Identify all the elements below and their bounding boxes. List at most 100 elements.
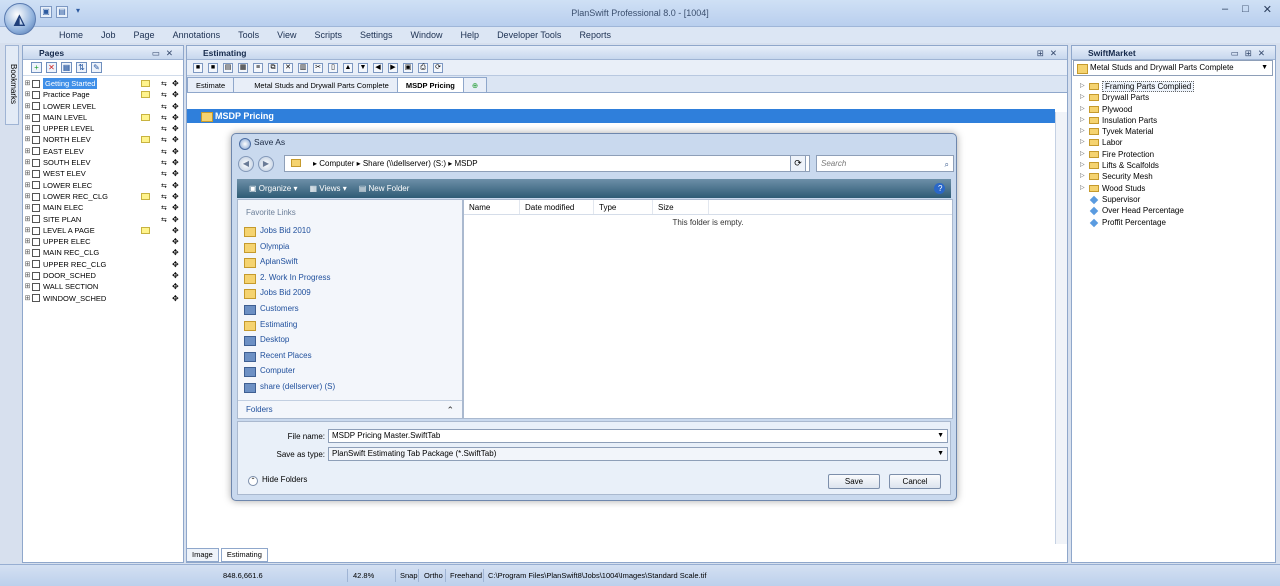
move-icon[interactable]: ✥ xyxy=(172,157,179,168)
page-item[interactable]: ⊞ WINDOW_SCHED ✥ xyxy=(23,293,183,304)
expand-icon[interactable]: ⊞ xyxy=(23,202,32,213)
file-name-field[interactable]: MSDP Pricing Master.SwiftTab ▼ xyxy=(328,429,948,443)
add-tab-button[interactable]: ⊕ xyxy=(462,77,488,92)
expand-icon[interactable]: ⊞ xyxy=(23,236,32,247)
expand-arrow-icon[interactable]: ▷ xyxy=(1080,104,1085,115)
move-icon[interactable]: ✥ xyxy=(172,191,179,202)
note-icon[interactable] xyxy=(141,136,150,144)
color-cube-icon[interactable]: ■ xyxy=(208,62,218,73)
move-icon[interactable]: ✥ xyxy=(172,180,179,191)
tab-image[interactable]: Image xyxy=(186,548,219,562)
move-icon[interactable]: ✥ xyxy=(172,247,179,258)
note-icon[interactable] xyxy=(141,192,150,200)
page-item[interactable]: ⊞ DOOR_SCHED ✥ xyxy=(23,270,183,281)
move-icon[interactable]: ✥ xyxy=(172,112,179,123)
search-input[interactable]: Search ⌕ xyxy=(816,155,954,172)
arrow-left-icon[interactable]: ◀ xyxy=(373,62,383,73)
favorite-link[interactable]: Jobs Bid 2010 xyxy=(238,223,462,239)
swiftmarket-item[interactable]: ▷ Framing Parts Complied xyxy=(1072,81,1272,92)
app-menu-button[interactable]: ◭ xyxy=(4,3,36,35)
note-icon[interactable] xyxy=(141,226,150,234)
save-type-dropdown-icon[interactable]: ▼ xyxy=(937,448,944,460)
status-snap[interactable]: Snap xyxy=(397,569,419,582)
swiftmarket-item[interactable]: Proffit Percentage xyxy=(1072,217,1272,228)
page-item[interactable]: ⊞ UPPER REC_CLG ✥ xyxy=(23,259,183,270)
expand-arrow-icon[interactable]: ▷ xyxy=(1080,92,1085,103)
move-icon[interactable]: ✥ xyxy=(172,78,179,89)
swiftmarket-item[interactable]: ▷ Lifts & Scalfolds xyxy=(1072,160,1272,171)
expand-arrow-icon[interactable]: ▷ xyxy=(1080,183,1085,194)
expand-icon[interactable]: ⊞ xyxy=(23,191,32,202)
favorite-link[interactable]: share (dellserver) (S) xyxy=(238,379,462,395)
swiftmarket-item[interactable]: ▷ Fire Protection xyxy=(1072,149,1272,160)
expand-icon[interactable]: ⊞ xyxy=(23,112,32,123)
favorite-link[interactable]: Computer xyxy=(238,363,462,379)
save-button[interactable]: Save xyxy=(828,474,880,489)
delete-page-icon[interactable]: ✕ xyxy=(46,62,57,73)
col-name[interactable]: Name xyxy=(464,200,520,214)
breadcrumb-item[interactable]: Share (\\dellserver) (S:) xyxy=(363,159,446,168)
expand-icon[interactable]: ⊞ xyxy=(23,101,32,112)
expand-icon[interactable]: ⊞ xyxy=(23,180,32,191)
page-item[interactable]: ⊞ UPPER LEVEL ⇆ ✥ xyxy=(23,123,183,134)
note-icon[interactable] xyxy=(141,91,150,99)
estimating-panel-controls[interactable]: ⊞✕ xyxy=(1037,46,1063,60)
folder-icon[interactable]: ▤ xyxy=(223,62,233,73)
page-item[interactable]: ⊞ Getting Started ⇆ ✥ xyxy=(23,78,183,90)
arrow-down-icon[interactable]: ▼ xyxy=(358,62,368,73)
arrow-up-icon[interactable]: ▲ xyxy=(343,62,353,73)
move-icon[interactable]: ✥ xyxy=(172,281,179,292)
expand-arrow-icon[interactable]: ▷ xyxy=(1080,160,1085,171)
favorite-link[interactable]: Customers xyxy=(238,301,462,317)
sort-icon[interactable]: ⇅ xyxy=(76,62,87,73)
move-icon[interactable]: ✥ xyxy=(172,146,179,157)
swiftmarket-item[interactable]: ▷ Security Mesh xyxy=(1072,171,1272,182)
save-type-select[interactable]: PlanSwift Estimating Tab Package (*.Swif… xyxy=(328,447,948,461)
move-icon[interactable]: ✥ xyxy=(172,123,179,134)
expand-icon[interactable]: ⊞ xyxy=(23,168,32,179)
tab-metal-studs[interactable]: Metal Studs and Drywall Parts Complete xyxy=(233,77,398,92)
new-folder-button[interactable]: ▤ New Folder xyxy=(355,184,414,193)
note-icon[interactable] xyxy=(141,113,150,121)
expand-icon[interactable]: ⊞ xyxy=(23,89,32,100)
refresh-button[interactable]: ⟳ xyxy=(790,155,806,172)
minimize-icon[interactable]: – xyxy=(1222,3,1228,16)
move-icon[interactable]: ✥ xyxy=(172,214,179,225)
hide-folders-toggle[interactable]: ⌃ Hide Folders xyxy=(248,475,307,486)
page-item[interactable]: ⊞ NORTH ELEV ⇆ ✥ xyxy=(23,134,183,145)
list-icon[interactable]: ≡ xyxy=(253,62,263,73)
tab-msdp-pricing[interactable]: MSDP Pricing xyxy=(396,77,464,92)
grid-icon[interactable]: ▦ xyxy=(238,62,248,73)
swiftmarket-panel-controls[interactable]: ▭⊞✕ xyxy=(1231,46,1271,60)
address-bar[interactable]: ▸ Computer ▸ Share (\\dellserver) (S:) ▸… xyxy=(284,155,810,172)
expand-icon[interactable]: ⊞ xyxy=(23,259,32,270)
maximize-icon[interactable]: □ xyxy=(1242,3,1249,16)
delete-icon[interactable]: ✕ xyxy=(283,62,293,73)
swiftmarket-item[interactable]: Over Head Percentage xyxy=(1072,205,1272,216)
copy-icon[interactable]: ⧉ xyxy=(268,62,278,73)
swiftmarket-item[interactable]: ▷ Plywood xyxy=(1072,104,1272,115)
expand-arrow-icon[interactable]: ▷ xyxy=(1080,81,1085,92)
note-icon[interactable] xyxy=(141,80,150,87)
page-item[interactable]: ⊞ SOUTH ELEV ⇆ ✥ xyxy=(23,157,183,168)
page-item[interactable]: ⊞ MAIN REC_CLG ✥ xyxy=(23,247,183,258)
menu-annotations[interactable]: Annotations xyxy=(164,27,230,43)
menu-developer-tools[interactable]: Developer Tools xyxy=(488,27,570,43)
page-item[interactable]: ⊞ LOWER REC_CLG ⇆ ✥ xyxy=(23,191,183,202)
menu-help[interactable]: Help xyxy=(452,27,489,43)
swiftmarket-item[interactable]: ▷ Wood Studs xyxy=(1072,183,1272,194)
expand-arrow-icon[interactable]: ▷ xyxy=(1080,171,1085,182)
page-item[interactable]: ⊞ Practice Page ⇆ ✥ xyxy=(23,89,183,100)
breadcrumb-item[interactable]: MSDP xyxy=(454,159,477,168)
expand-icon[interactable]: ⊞ xyxy=(23,123,32,134)
favorite-link[interactable]: Recent Places xyxy=(238,348,462,364)
expand-icon[interactable]: ⊞ xyxy=(23,225,32,236)
arrow-right-icon[interactable]: ▶ xyxy=(388,62,398,73)
page-item[interactable]: ⊞ LEVEL A PAGE ✥ xyxy=(23,225,183,236)
expand-icon[interactable]: ⊞ xyxy=(23,293,32,304)
page-item[interactable]: ⊞ WEST ELEV ⇆ ✥ xyxy=(23,168,183,179)
export-icon[interactable]: ▣ xyxy=(403,62,413,73)
panel-controls[interactable]: ▭✕ xyxy=(152,46,179,60)
col-size[interactable]: Size xyxy=(653,200,709,214)
cancel-button[interactable]: Cancel xyxy=(889,474,941,489)
